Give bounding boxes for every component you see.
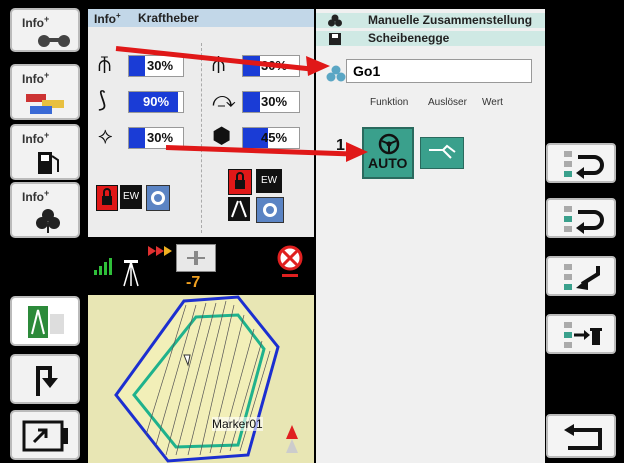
column-value: Wert [482, 97, 503, 108]
clover-icon [36, 209, 60, 233]
info-button-bales[interactable]: Info+ [10, 64, 80, 120]
ew-button-2[interactable]: EW [256, 169, 282, 193]
info-button-fuel[interactable]: Info+ [10, 124, 80, 180]
panel-header: Info+ Kraftheber [88, 9, 314, 27]
drop-speed-icon: ⟆ [98, 87, 107, 112]
return-icon [564, 424, 602, 450]
screen-switch-button[interactable] [10, 410, 80, 460]
ew-button[interactable]: EW [120, 185, 142, 209]
bar-lift-height: 30% [128, 55, 184, 77]
implement-icon [38, 35, 70, 47]
slip-icon: ⤼ [212, 87, 236, 112]
header-row-implement: Scheibenegge [316, 31, 545, 46]
info-button-hitch[interactable]: Info+ [10, 182, 80, 238]
marker-label: Marker01 [212, 417, 263, 431]
info-label: Info+ [94, 11, 121, 26]
bar-value: 30% [147, 130, 174, 145]
info-label: Info+ [22, 70, 50, 86]
bar-slip: 30% [242, 91, 300, 113]
hand-press-icon [429, 144, 456, 159]
bar-fill [129, 128, 146, 148]
hitch-mode-button[interactable] [228, 197, 250, 221]
annotation-arrowhead-1 [306, 56, 330, 76]
bar-value: 45% [261, 130, 288, 145]
bar-drop-speed: 90% [128, 91, 184, 113]
bar-fill [129, 56, 146, 76]
fast-forward-icon [148, 246, 172, 256]
bar-fill [243, 92, 260, 112]
lock-icon [102, 188, 112, 205]
status-strip: -7 [88, 240, 314, 295]
damping-icon [263, 203, 277, 217]
turn-button[interactable] [10, 354, 80, 404]
back-button[interactable] [546, 414, 616, 458]
clover-icon [328, 14, 342, 27]
tractor-position-icon [187, 251, 205, 265]
fuel-pump-icon [38, 152, 59, 174]
header-text: Scheibenegge [368, 31, 450, 45]
divider [201, 43, 203, 233]
field-view-icon [28, 306, 64, 338]
info-label: Info+ [22, 188, 50, 204]
delete-button[interactable] [546, 314, 616, 354]
turn-arrow-icon [36, 366, 58, 396]
insert-button[interactable] [546, 256, 616, 296]
column-trigger: Auslöser [428, 97, 467, 108]
bales-icon [26, 94, 64, 114]
draft-control-icon: ⟡ [98, 123, 113, 148]
panel-title: Kraftheber [138, 11, 199, 25]
name-input[interactable]: Go1 [346, 59, 532, 83]
redo-icon [564, 206, 604, 234]
auto-steer-function[interactable]: AUTO [362, 127, 414, 179]
info-label: Info+ [22, 14, 50, 30]
antenna-icon [123, 260, 139, 287]
assignment-panel: Manuelle Zusammenstellung Scheibenegge G… [316, 9, 545, 463]
screen-switch-icon [22, 420, 68, 452]
trigger-button[interactable] [420, 137, 464, 169]
mixed-control-icon: ⬢ [212, 123, 232, 148]
lock-icon [235, 172, 245, 189]
offset-value: -7 [186, 274, 201, 291]
lock-red-button[interactable] [96, 185, 118, 211]
save-icon [329, 33, 341, 45]
steering-wheel-icon [378, 133, 400, 155]
header-text: Manuelle Zusammenstellung [368, 13, 533, 27]
lock-red-button-2[interactable] [228, 169, 252, 195]
bar-value: 30% [147, 58, 174, 73]
map-view-button[interactable] [10, 296, 80, 346]
info-label: Info+ [22, 130, 50, 146]
bar-value: 30% [261, 94, 288, 109]
annotation-arrowhead-2 [346, 142, 368, 162]
lift-height-icon: ⫚ [98, 51, 112, 76]
undo-button[interactable] [546, 143, 616, 183]
auto-label: AUTO [368, 155, 408, 171]
damping-icon [151, 191, 165, 205]
header-row-assignment: Manuelle Zusammenstellung [316, 13, 545, 28]
tractor-position-button[interactable] [176, 244, 216, 272]
bar-value: 90% [143, 94, 170, 109]
hitch-panel: Info+ Kraftheber ⫚ 30% ⫛ 30% ⟆ 90% ⤼ 30%… [88, 9, 314, 237]
north-arrow-icon [286, 425, 298, 453]
field-boundary [114, 295, 280, 463]
signal-strength-icon [94, 258, 112, 275]
field-map[interactable]: Marker01 [88, 295, 314, 463]
redo-button[interactable] [546, 198, 616, 238]
column-function: Funktion [370, 97, 409, 108]
info-button-implement[interactable]: Info+ [10, 8, 80, 52]
damping-button[interactable] [146, 185, 170, 211]
insert-icon [564, 264, 600, 290]
hitch-icon [231, 200, 247, 218]
damping-button-2[interactable] [256, 197, 284, 223]
gps-off-icon [277, 245, 303, 277]
undo-icon [564, 151, 604, 179]
bar-mixed-control: 45% [242, 127, 300, 149]
delete-icon [564, 322, 602, 348]
